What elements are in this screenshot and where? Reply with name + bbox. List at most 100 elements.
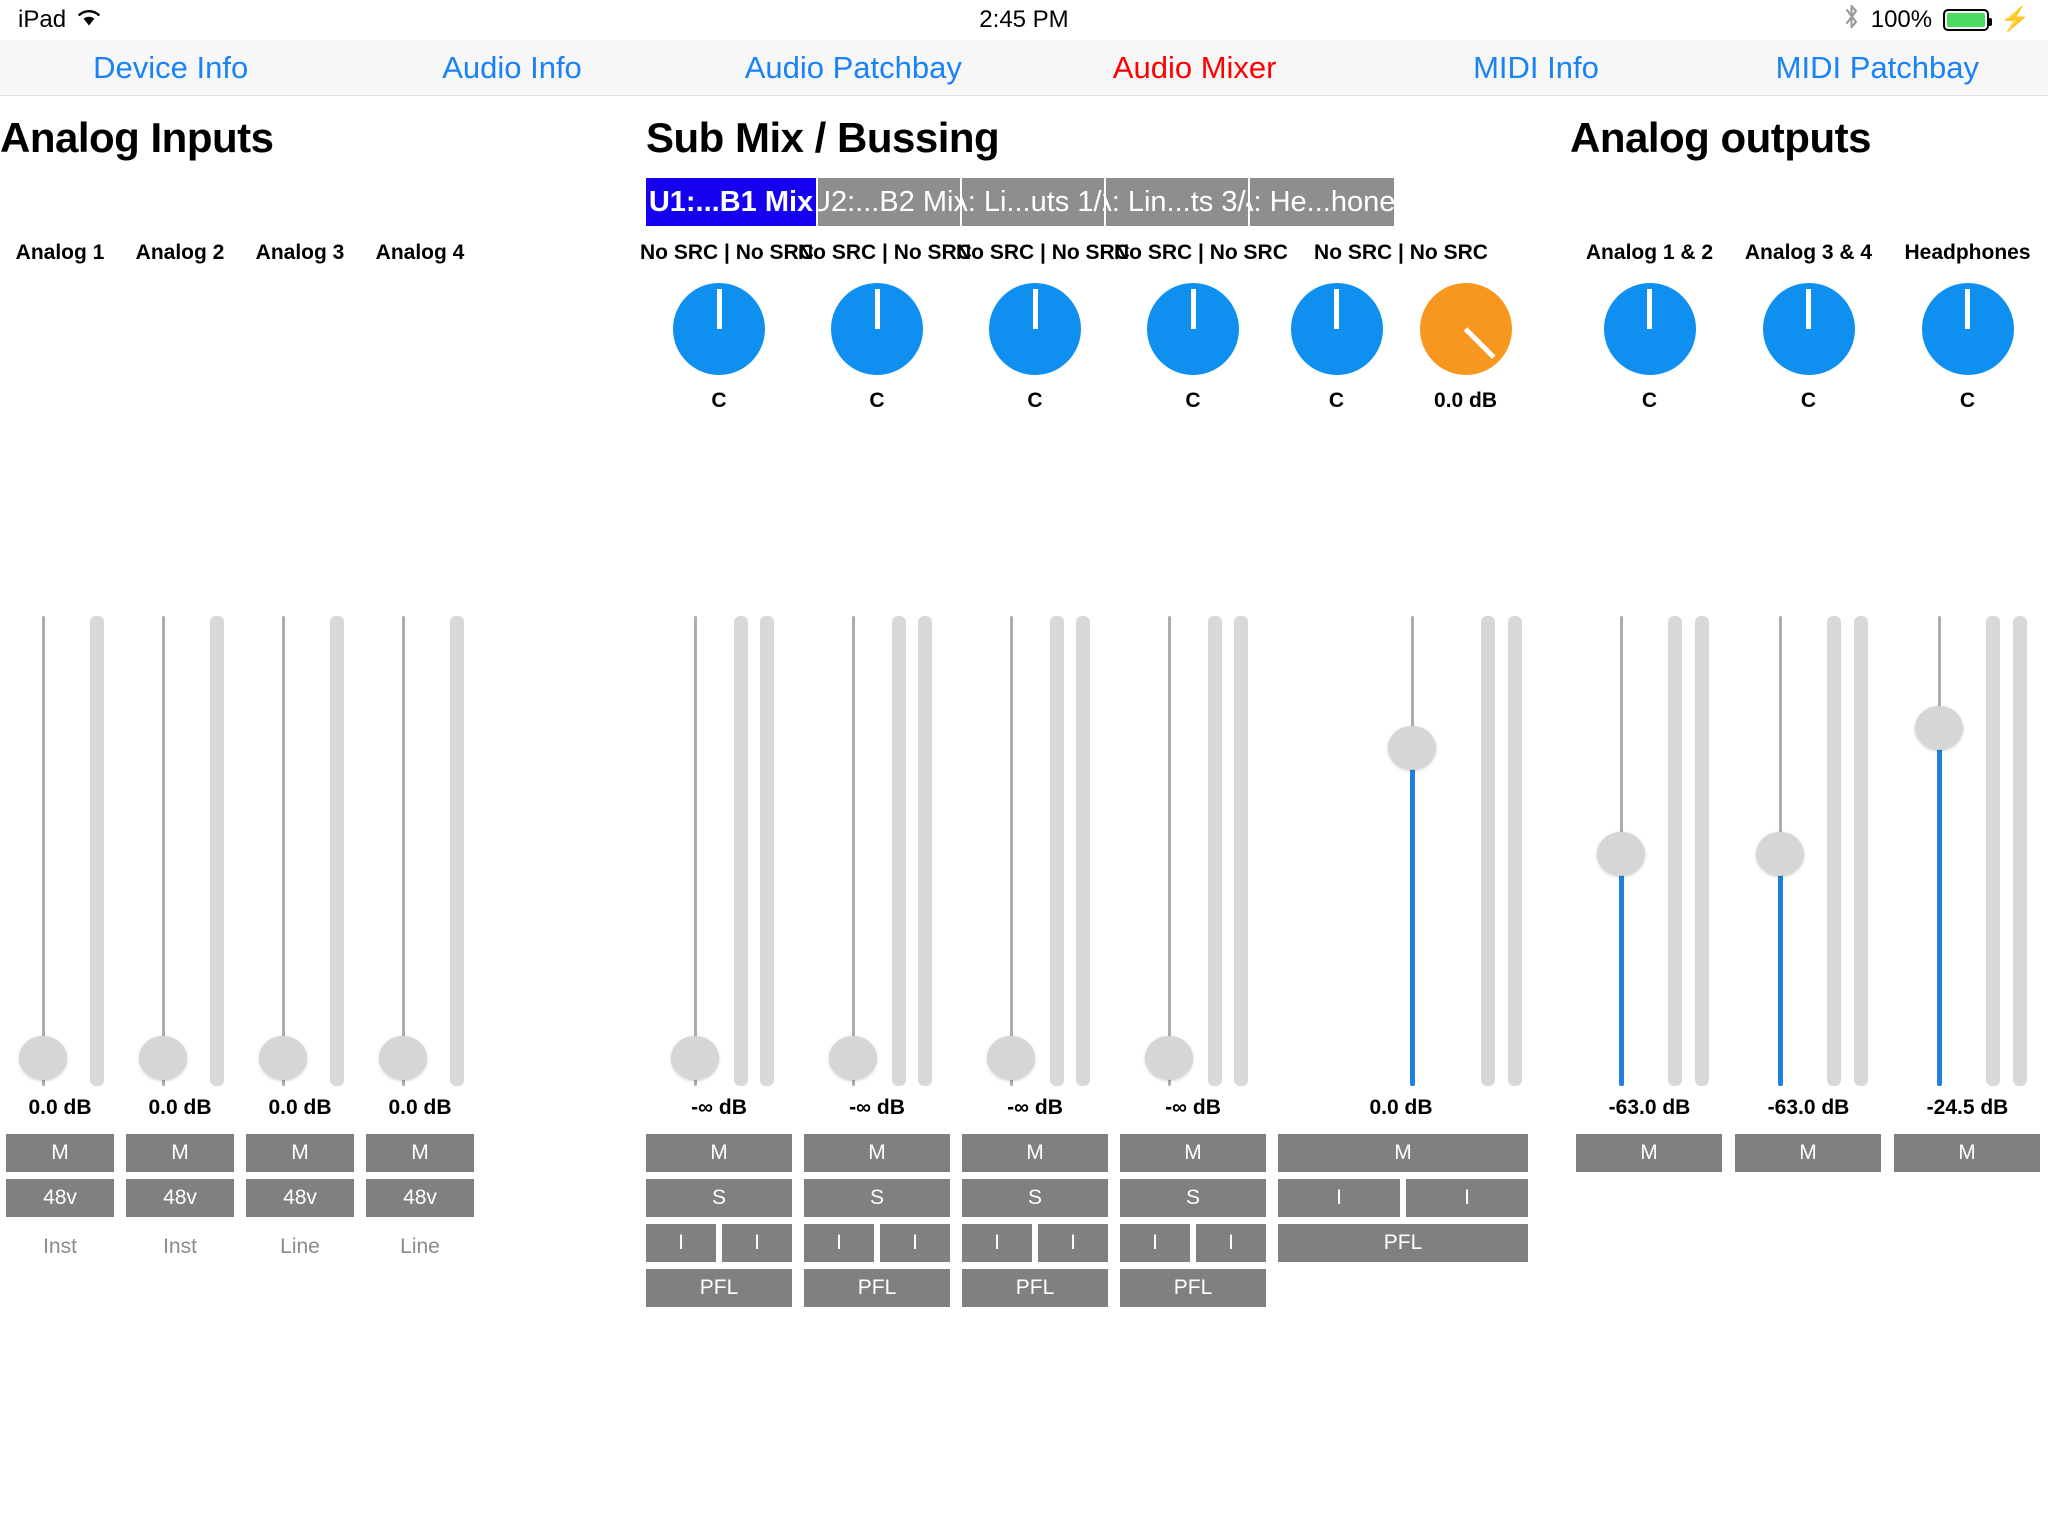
mute-button[interactable]: M [366,1134,474,1172]
phantom-power-button[interactable]: 48v [366,1179,474,1217]
solo-button[interactable]: S [962,1179,1108,1217]
device-name: iPad [18,6,67,33]
balance-knob[interactable] [1603,283,1696,375]
knob-indicator [1806,289,1811,329]
fader-thumb[interactable] [259,1036,307,1080]
invert-right-button[interactable]: I [722,1224,792,1262]
fader-thumb[interactable] [1756,832,1804,876]
invert-left-button[interactable]: I [1120,1224,1190,1262]
segment-line-outputs-3-4[interactable]: A: Lin...ts 3/4 [1106,178,1250,226]
master-mute-button[interactable]: M [1278,1134,1528,1172]
fader-thumb[interactable] [379,1036,427,1080]
mute-button[interactable]: M [1894,1134,2040,1172]
phantom-power-button[interactable]: 48v [246,1179,354,1217]
segment-headphones[interactable]: A: He...hones [1250,178,1394,226]
mute-button[interactable]: M [1576,1134,1722,1172]
tab-midi-info[interactable]: MIDI Info [1365,50,1706,86]
fader-db-value: -∞ dB [1007,1096,1063,1119]
fader-thumb[interactable] [1388,726,1436,770]
solo-button[interactable]: S [646,1179,792,1217]
mute-button[interactable]: M [126,1134,234,1172]
fader-area [1114,616,1272,1086]
tab-audio-mixer[interactable]: Audio Mixer [1024,50,1365,86]
pan-knob[interactable] [831,283,923,375]
mute-button[interactable]: M [246,1134,354,1172]
output-strip-2: -63.0 dB M [1729,608,1888,1172]
fader-thumb[interactable] [1915,706,1963,750]
pfl-button[interactable]: PFL [646,1269,792,1307]
submix-head-2: No SRC | No SRC C [798,241,972,413]
pan-knob[interactable] [673,283,765,375]
panel-sub-mix: Sub Mix / Bussing U1:...B1 Mix U2:...B2 … [640,96,1570,1307]
fader-thumb[interactable] [1597,832,1645,876]
fader-track[interactable] [282,616,285,1086]
segment-line-outputs-1-2[interactable]: A: Li...uts 1/2 [962,178,1106,226]
submix-master-head: No SRC | No SRC C 0.0 dB [1272,241,1530,413]
mute-button[interactable]: M [962,1134,1108,1172]
fader-track[interactable] [1010,616,1013,1086]
pfl-button[interactable]: PFL [804,1269,950,1307]
mute-button[interactable]: M [1735,1134,1881,1172]
fader-thumb[interactable] [671,1036,719,1080]
tab-midi-patchbay[interactable]: MIDI Patchbay [1707,50,2048,86]
invert-right-button[interactable]: I [1196,1224,1266,1262]
master-gain-knob[interactable] [1419,283,1512,375]
fader-db-value: 0.0 dB [268,1096,332,1119]
input-strip-2: 0.0 dB M 48v Inst [120,608,240,1259]
fader-track[interactable] [1168,616,1171,1086]
mute-button[interactable]: M [646,1134,792,1172]
battery-percent: 100% [1870,6,1933,33]
pan-knob[interactable] [1147,283,1239,375]
balance-knob[interactable] [1921,283,2014,375]
master-pan-knob[interactable] [1290,283,1383,375]
fader-db-value: 0.0 dB [148,1096,212,1119]
level-meter-right [1508,616,1522,1086]
invert-right-button[interactable]: I [880,1224,950,1262]
pan-knob[interactable] [989,283,1081,375]
segment-u1-b1-mix[interactable]: U1:...B1 Mix [646,178,818,226]
tab-device-info[interactable]: Device Info [0,50,341,86]
knob-indicator [1190,289,1196,329]
fader-track[interactable] [402,616,405,1086]
master-invert-left-button[interactable]: I [1278,1179,1400,1217]
fader-db-value: 0.0 dB [28,1096,92,1119]
input-channel-label: Analog 1 [15,241,105,264]
fader-thumb[interactable] [987,1036,1035,1080]
master-pfl-button[interactable]: PFL [1278,1224,1528,1262]
mute-button[interactable]: M [1120,1134,1266,1172]
fader-thumb[interactable] [1145,1036,1193,1080]
invert-right-button[interactable]: I [1038,1224,1108,1262]
tab-audio-patchbay[interactable]: Audio Patchbay [683,50,1024,86]
fader-thumb[interactable] [829,1036,877,1080]
segment-u2-b2-mix[interactable]: U2:...B2 Mix [818,178,962,226]
fader-thumb[interactable] [19,1036,67,1080]
level-meter-right [760,616,774,1086]
level-meter [330,616,344,1086]
pfl-button[interactable]: PFL [1120,1269,1266,1307]
fader-area [798,616,956,1086]
mixer-board: Analog Inputs Analog 1 Analog 2 Analog 3… [0,96,2048,1536]
tab-audio-info[interactable]: Audio Info [341,50,682,86]
fader-thumb[interactable] [139,1036,187,1080]
src-status-label: No SRC | No SRC [1314,241,1488,264]
fader-track[interactable] [852,616,855,1086]
fader-track[interactable] [42,616,45,1086]
balance-knob[interactable] [1762,283,1855,375]
status-bar-right: 100% ⚡ [1843,3,2030,37]
mute-button[interactable]: M [804,1134,950,1172]
solo-button[interactable]: S [1120,1179,1266,1217]
invert-left-button[interactable]: I [646,1224,716,1262]
mute-button[interactable]: M [6,1134,114,1172]
fader-track[interactable] [162,616,165,1086]
status-bar-time: 2:45 PM [979,6,1069,33]
solo-button[interactable]: S [804,1179,950,1217]
master-pan-knob-value: C [1328,389,1345,412]
invert-left-button[interactable]: I [804,1224,874,1262]
phantom-power-button[interactable]: 48v [6,1179,114,1217]
pfl-button[interactable]: PFL [962,1269,1108,1307]
fader-track[interactable] [694,616,697,1086]
master-invert-right-button[interactable]: I [1406,1179,1528,1217]
phantom-power-button[interactable]: 48v [126,1179,234,1217]
submix-strip-4: -∞ dB M S I I PFL [1114,608,1272,1307]
invert-left-button[interactable]: I [962,1224,1032,1262]
